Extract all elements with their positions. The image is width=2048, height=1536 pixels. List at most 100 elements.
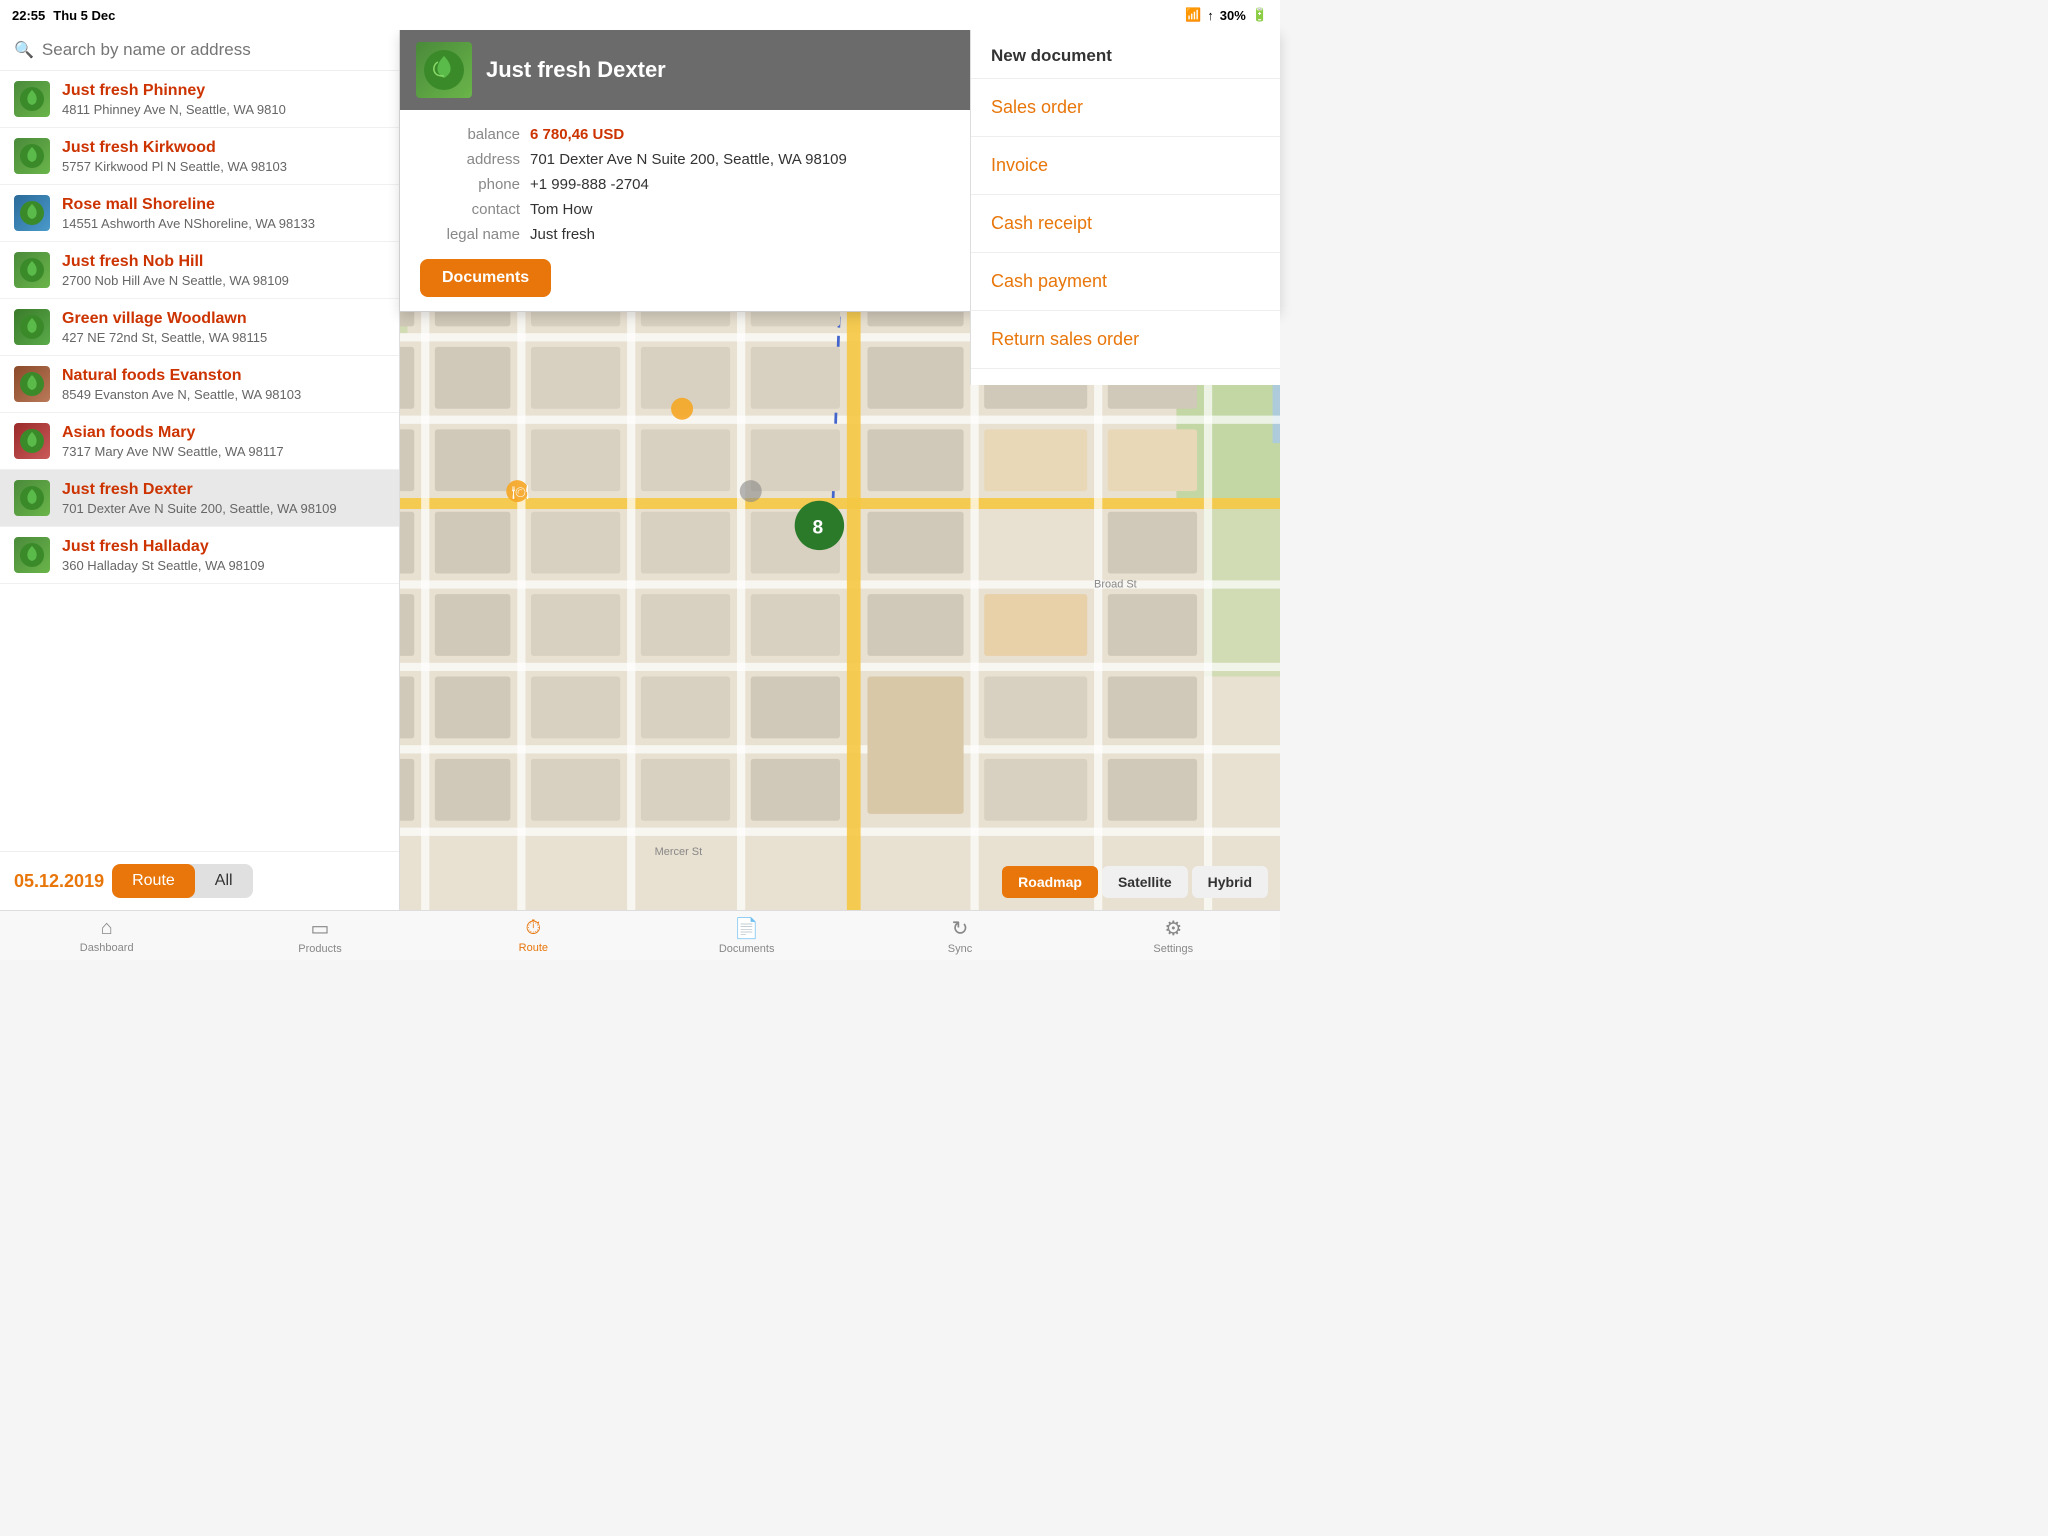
tab-documents[interactable]: 📄 Documents [640, 912, 853, 959]
dashboard-tab-icon: ⌂ [101, 917, 113, 940]
stop-address: 8549 Evanston Ave N, Seattle, WA 98103 [62, 387, 385, 402]
battery-icon: 🔋 [1252, 7, 1268, 23]
stop-info: Just fresh Nob Hill 2700 Nob Hill Ave N S… [62, 253, 385, 288]
map-ctrl-button[interactable]: Hybrid [1192, 866, 1268, 898]
doc-option[interactable]: Return sales order [971, 311, 1280, 369]
contact-label: contact [420, 201, 520, 218]
doc-option[interactable]: Invoice [971, 137, 1280, 195]
stop-info: Green village Woodlawn 427 NE 72nd St, Se… [62, 310, 385, 345]
doc-option[interactable]: Sales order [971, 79, 1280, 137]
settings-tab-label: Settings [1153, 943, 1193, 955]
stop-info: Asian foods Mary 7317 Mary Ave NW Seattle… [62, 424, 385, 459]
stop-name: Green village Woodlawn [62, 310, 385, 328]
stop-name: Just fresh Halladay [62, 538, 385, 556]
stop-logo [14, 537, 50, 573]
sidebar: 🔍 Just fresh Phinney 4811 Phinney Ave N, … [0, 30, 400, 910]
stop-address: 427 NE 72nd St, Seattle, WA 98115 [62, 330, 385, 345]
status-right-icons: 📶 ↑ 30% 🔋 [1185, 7, 1268, 23]
stop-info: Rose mall Shoreline 14551 Ashworth Ave NS… [62, 196, 385, 231]
stop-address: 4811 Phinney Ave N, Seattle, WA 9810 [62, 102, 385, 117]
stop-info: Natural foods Evanston 8549 Evanston Ave … [62, 367, 385, 402]
documents-tab-icon: 📄 [734, 916, 759, 941]
stop-logo [14, 366, 50, 402]
svg-text:8: 8 [813, 518, 824, 539]
search-icon: 🔍 [14, 40, 34, 60]
stop-info: Just fresh Kirkwood 5757 Kirkwood Pl N Se… [62, 139, 385, 174]
tab-route[interactable]: ⏱Route [427, 913, 640, 958]
stop-name: Natural foods Evanston [62, 367, 385, 385]
search-bar: 🔍 [0, 30, 399, 71]
stop-address: 5757 Kirkwood Pl N Seattle, WA 98103 [62, 159, 385, 174]
stop-item[interactable]: Just fresh Kirkwood 5757 Kirkwood Pl N Se… [0, 128, 399, 185]
stop-address: 701 Dexter Ave N Suite 200, Seattle, WA … [62, 501, 385, 516]
stop-item[interactable]: Just fresh Nob Hill 2700 Nob Hill Ave N S… [0, 242, 399, 299]
documents-button[interactable]: Documents [420, 259, 551, 297]
stop-logo [14, 138, 50, 174]
doc-option[interactable]: Cash payment [971, 253, 1280, 311]
stop-logo [14, 423, 50, 459]
route-tab-icon: ⏱ [526, 917, 542, 940]
svg-text:🍽: 🍽 [512, 485, 529, 500]
stop-list: Just fresh Phinney 4811 Phinney Ave N, Se… [0, 71, 399, 851]
status-bar: 22:55 Thu 5 Dec 📶 ↑ 30% 🔋 [0, 0, 1280, 30]
dashboard-tab-label: Dashboard [80, 942, 134, 954]
tab-dashboard[interactable]: ⌂ Dashboard [0, 913, 213, 958]
sidebar-footer: 05.12.2019 Route All [0, 851, 399, 910]
sync-tab-icon: ↻ [952, 916, 969, 941]
map-bottom-controls: RoadmapSatelliteHybrid [1002, 866, 1268, 898]
new-doc-title: New document [971, 46, 1280, 79]
stop-logo [14, 252, 50, 288]
stop-logo [14, 480, 50, 516]
stop-address: 2700 Nob Hill Ave N Seattle, WA 98109 [62, 273, 385, 288]
search-input[interactable] [42, 40, 385, 60]
legalname-label: legal name [420, 226, 520, 243]
status-date: Thu 5 Dec [53, 8, 115, 23]
wifi-icon: 📶 [1185, 7, 1201, 23]
doc-option[interactable]: Cash receipt [971, 195, 1280, 253]
documents-tab-label: Documents [719, 943, 775, 955]
seg-route-button[interactable]: Route [112, 864, 195, 898]
sync-tab-label: Sync [948, 943, 972, 955]
date-label: 05.12.2019 [14, 871, 104, 892]
settings-tab-icon: ⚙ [1164, 916, 1182, 941]
stop-name: Just fresh Kirkwood [62, 139, 385, 157]
popup-logo [416, 42, 472, 98]
stop-address: 14551 Ashworth Ave NShoreline, WA 98133 [62, 216, 385, 231]
stop-info: Just fresh Dexter 701 Dexter Ave N Suite … [62, 481, 385, 516]
stop-name: Just fresh Dexter [62, 481, 385, 499]
stop-logo [14, 81, 50, 117]
svg-text:Broad St: Broad St [1094, 578, 1137, 590]
new-document-panel: New document Sales orderInvoiceCash rece… [970, 30, 1280, 385]
stop-info: Just fresh Phinney 4811 Phinney Ave N, Se… [62, 82, 385, 117]
seg-all-button[interactable]: All [195, 864, 253, 898]
tab-products[interactable]: ▭ Products [213, 912, 426, 959]
stop-item[interactable]: Natural foods Evanston 8549 Evanston Ave … [0, 356, 399, 413]
phone-label: phone [420, 176, 520, 193]
stop-item[interactable]: Green village Woodlawn 427 NE 72nd St, Se… [0, 299, 399, 356]
tab-settings[interactable]: ⚙ Settings [1067, 912, 1280, 959]
tab-bar: ⌂ Dashboard ▭ Products ⏱Route 📄 Documents ↻ Sync… [0, 910, 1280, 960]
stop-info: Just fresh Halladay360 Halladay St Seatt… [62, 538, 385, 573]
stop-name: Asian foods Mary [62, 424, 385, 442]
stop-name: Just fresh Phinney [62, 82, 385, 100]
stop-logo [14, 309, 50, 345]
segment-control: Route All [112, 864, 252, 898]
products-tab-label: Products [298, 943, 341, 955]
stop-item[interactable]: Asian foods Mary 7317 Mary Ave NW Seattle… [0, 413, 399, 470]
map-ctrl-button[interactable]: Roadmap [1002, 866, 1098, 898]
map-ctrl-button[interactable]: Satellite [1102, 866, 1188, 898]
status-time: 22:55 [12, 8, 45, 23]
battery-label: 30% [1220, 8, 1246, 23]
stop-address: 7317 Mary Ave NW Seattle, WA 98117 [62, 444, 385, 459]
stop-name: Rose mall Shoreline [62, 196, 385, 214]
balance-label: balance [420, 126, 520, 143]
tab-sync[interactable]: ↻ Sync [853, 912, 1066, 959]
stop-item[interactable]: Just fresh Dexter 701 Dexter Ave N Suite … [0, 470, 399, 527]
location-icon: ↑ [1207, 8, 1214, 23]
products-tab-icon: ▭ [311, 916, 330, 941]
stop-item[interactable]: Just fresh Phinney 4811 Phinney Ave N, Se… [0, 71, 399, 128]
stop-name: Just fresh Nob Hill [62, 253, 385, 271]
stop-logo [14, 195, 50, 231]
stop-item[interactable]: Just fresh Halladay360 Halladay St Seatt… [0, 527, 399, 584]
stop-item[interactable]: Rose mall Shoreline 14551 Ashworth Ave NS… [0, 185, 399, 242]
